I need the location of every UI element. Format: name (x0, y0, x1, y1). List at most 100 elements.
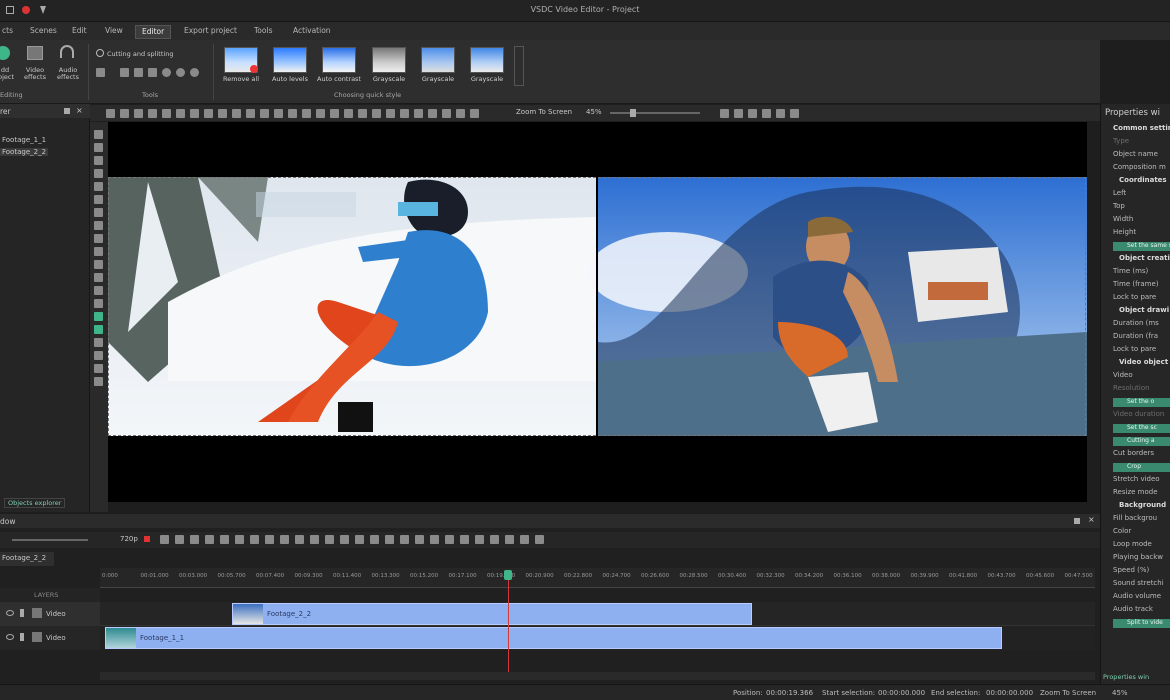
quick-style-auto-levels[interactable]: Auto levels (266, 75, 314, 83)
property-row[interactable]: Audio track (1113, 605, 1170, 613)
clip-footage-1-1[interactable]: Footage_1_1 (105, 627, 1002, 649)
objects-explorer-tab[interactable]: Objects explorer (4, 498, 66, 508)
align-icon[interactable] (288, 109, 297, 118)
align-icon[interactable] (274, 109, 283, 118)
menu-item-view[interactable]: View (99, 25, 129, 39)
object-tool-icon[interactable] (94, 364, 103, 373)
align-icon[interactable] (260, 109, 269, 118)
object-tool-icon[interactable] (94, 234, 103, 243)
settings-icon[interactable] (790, 109, 799, 118)
quick-style-scroll[interactable] (514, 46, 524, 86)
record-icon[interactable] (148, 109, 157, 118)
object-tool-icon[interactable] (94, 338, 103, 347)
down-icon[interactable] (442, 109, 451, 118)
cursor-icon[interactable] (106, 109, 115, 118)
property-row[interactable]: Fill backgrou (1113, 514, 1170, 522)
menu-item-export-project[interactable]: Export project (178, 25, 243, 39)
clock-icon[interactable] (162, 68, 171, 77)
playback-control-icon[interactable] (250, 535, 259, 544)
property-row[interactable]: Duration (fra (1113, 332, 1170, 340)
quick-style-remove-all[interactable]: Remove all (217, 75, 265, 83)
object-tool-icon[interactable] (94, 286, 103, 295)
object-tool-icon[interactable] (94, 195, 103, 204)
menu-item-objects[interactable]: cts (0, 25, 19, 39)
zoom-out-icon[interactable] (734, 109, 743, 118)
menu-item-activation[interactable]: Activation (287, 25, 337, 39)
horizontal-scrollbar[interactable] (100, 672, 1095, 680)
quick-style-grayscale-thumb[interactable] (421, 47, 455, 73)
playback-control-icon[interactable] (280, 535, 289, 544)
trash-icon[interactable] (120, 68, 129, 77)
property-row[interactable]: Lock to pare (1113, 293, 1170, 301)
property-action-button[interactable]: Set the sc (1113, 424, 1170, 433)
playback-control-icon[interactable] (235, 535, 244, 544)
align-icon[interactable] (232, 109, 241, 118)
property-action-button[interactable]: Cutting a (1113, 437, 1170, 446)
add-object-button[interactable]: dd bject (0, 67, 14, 81)
quick-style-grayscale-thumb[interactable] (470, 47, 504, 73)
object-tool-icon[interactable] (94, 169, 103, 178)
property-action-button[interactable]: Split to vide (1113, 619, 1170, 628)
property-row[interactable]: Width (1113, 215, 1170, 223)
playback-control-icon[interactable] (400, 535, 409, 544)
property-row[interactable]: Resolution (1113, 384, 1170, 392)
playhead-handle[interactable] (504, 570, 512, 580)
property-row[interactable]: Type (1113, 137, 1170, 145)
align-icon[interactable] (218, 109, 227, 118)
track-header[interactable]: Video (0, 602, 100, 626)
group-icon[interactable] (456, 109, 465, 118)
timeline-tab[interactable]: Footage_2_2 (0, 552, 55, 566)
menu-item-scenes[interactable]: Scenes (24, 25, 63, 39)
object-tool-icon[interactable] (94, 325, 103, 334)
playback-control-icon[interactable] (445, 535, 454, 544)
property-row[interactable]: Sound stretchi (1113, 579, 1170, 587)
playback-control-icon[interactable] (385, 535, 394, 544)
object-tool-icon[interactable] (94, 221, 103, 230)
align-icon[interactable] (330, 109, 339, 118)
property-row[interactable]: Audio volume (1113, 592, 1170, 600)
clip-footage-2-2[interactable]: Footage_2_2 (232, 603, 752, 625)
zoom-slider[interactable] (610, 112, 700, 114)
headphones-icon[interactable] (60, 45, 74, 58)
up-icon[interactable] (400, 109, 409, 118)
audio-effects-button[interactable]: Audio effects (52, 67, 84, 81)
property-section-header[interactable]: Background (1119, 501, 1170, 509)
playback-control-icon[interactable] (205, 535, 214, 544)
select-icon[interactable] (120, 109, 129, 118)
quick-style-grayscale-thumb[interactable] (372, 47, 406, 73)
object-tool-icon[interactable] (94, 156, 103, 165)
pin-icon[interactable] (1074, 518, 1080, 524)
playback-control-icon[interactable] (370, 535, 379, 544)
property-row[interactable]: Object name (1113, 150, 1170, 158)
quick-style-grayscale[interactable]: Grayscale (365, 75, 413, 83)
playback-control-icon[interactable] (325, 535, 334, 544)
time-ruler[interactable]: 0:000 00:01.000 00:03.000 00:05.700 00:07.40… (100, 568, 1095, 588)
close-icon[interactable]: × (76, 106, 83, 115)
playback-control-icon[interactable] (490, 535, 499, 544)
property-row[interactable]: Height (1113, 228, 1170, 236)
menu-item-edit[interactable]: Edit (66, 25, 93, 39)
wrench-icon[interactable] (96, 68, 105, 77)
property-section-header[interactable]: Common settin (1113, 124, 1170, 132)
selection-frame[interactable] (108, 177, 1086, 436)
quick-style-auto-levels-thumb[interactable] (273, 47, 307, 73)
align-icon[interactable] (358, 109, 367, 118)
playback-control-icon[interactable] (175, 535, 184, 544)
undo-icon[interactable] (162, 109, 171, 118)
property-row[interactable]: Color (1113, 527, 1170, 535)
zoom-slider[interactable] (12, 539, 88, 541)
zoom-value[interactable]: 45% (586, 108, 602, 116)
eye-icon[interactable] (6, 634, 14, 640)
fit-icon[interactable] (776, 109, 785, 118)
add-object-icon[interactable] (0, 46, 10, 60)
object-tool-icon[interactable] (94, 351, 103, 360)
tree-item-selected[interactable]: Footage_2_2 (0, 148, 49, 156)
property-row[interactable]: Video duration (1113, 410, 1170, 418)
playback-control-icon[interactable] (535, 535, 544, 544)
playback-control-icon[interactable] (160, 535, 169, 544)
quick-style-auto-contrast[interactable]: Auto contrast (315, 75, 363, 83)
playback-control-icon[interactable] (520, 535, 529, 544)
playback-control-icon[interactable] (310, 535, 319, 544)
delete-icon[interactable] (134, 109, 143, 118)
scissors-icon[interactable] (96, 49, 104, 57)
